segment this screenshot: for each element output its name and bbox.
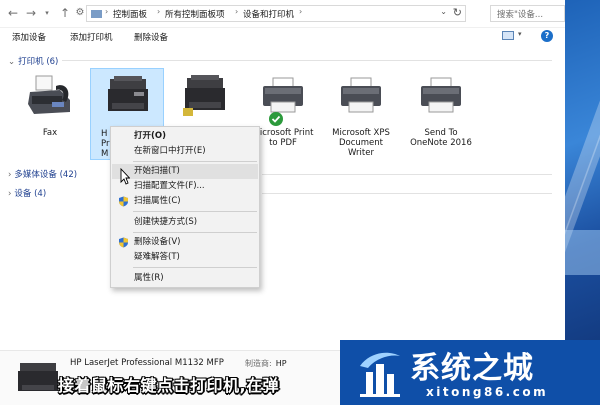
menu-item-label: 扫描属性(C): [134, 196, 181, 206]
help-icon[interactable]: ?: [541, 30, 553, 42]
breadcrumb-control-panel[interactable]: 控制面板: [113, 8, 147, 20]
device-tile-fax[interactable]: Fax: [13, 68, 87, 160]
device-tile-onenote[interactable]: Send To OneNote 2016: [404, 68, 478, 160]
default-check-icon: [269, 112, 283, 126]
mfp-printer-icon: [18, 363, 58, 391]
watermark-title: 系统之城: [410, 351, 534, 386]
menu-item-properties[interactable]: 属性(R): [112, 271, 258, 286]
recent-dropdown-icon[interactable]: ▾: [40, 6, 54, 20]
device-label: Fax: [42, 128, 58, 138]
watermark-url: xitong86.com: [426, 385, 549, 399]
add-device-button[interactable]: 添加设备: [12, 31, 46, 43]
breadcrumb-devices-printers[interactable]: 设备和打印机: [243, 8, 294, 20]
menu-item-label: 删除设备(V): [134, 237, 181, 247]
up-arrow-icon[interactable]: ↑: [58, 6, 72, 20]
group-divider: [262, 174, 552, 175]
address-bar-row: ← → ▾ ↑ ⚙ › 控制面板 › 所有控制面板项 › 设备和打印机 › ⌄ …: [0, 0, 565, 28]
site-logo-icon: [360, 352, 400, 397]
search-placeholder: 搜索"设备...: [497, 10, 544, 20]
control-panel-icon: ⚙: [75, 7, 85, 18]
breadcrumb-separator-icon: ›: [299, 7, 303, 16]
breadcrumb-separator-icon: ›: [105, 7, 109, 16]
expand-caret-icon[interactable]: ›: [8, 170, 11, 180]
printer-icon: [263, 77, 303, 113]
group-divider: [262, 193, 552, 194]
group-multimedia[interactable]: › 多媒体设备 (42): [8, 168, 77, 180]
menu-item-create-shortcut[interactable]: 创建快捷方式(S): [112, 215, 258, 230]
printer-icon: [421, 77, 461, 113]
breadcrumb-separator-icon: ›: [235, 7, 239, 16]
view-dropdown-icon[interactable]: ▾: [518, 30, 522, 38]
uac-shield-icon: [119, 196, 128, 207]
menu-separator: [133, 232, 257, 233]
menu-item-open[interactable]: 打开(O): [112, 129, 258, 144]
group-multimedia-label: 多媒体设备 (42): [14, 170, 78, 180]
forward-arrow-icon[interactable]: →: [24, 6, 38, 20]
address-dropdown-icon[interactable]: ⌄: [440, 7, 447, 16]
add-printer-button[interactable]: 添加打印机: [70, 31, 113, 43]
menu-item-scan-profiles[interactable]: 扫描配置文件(F)...: [112, 179, 258, 194]
group-devices-label: 设备 (4): [14, 189, 47, 199]
view-options-icon[interactable]: [502, 31, 514, 40]
details-device-name: HP LaserJet Professional M1132 MFP: [70, 358, 224, 368]
command-bar: 添加设备 添加打印机 删除设备 ▾ ?: [0, 28, 565, 46]
site-watermark: 系统之城 xitong86.com: [340, 340, 600, 405]
mfp-printer-icon: [108, 76, 148, 111]
search-input[interactable]: 搜索"设备...: [490, 5, 565, 22]
remove-device-button[interactable]: 删除设备: [134, 31, 168, 43]
back-arrow-icon[interactable]: ←: [6, 6, 20, 20]
menu-item-start-scan[interactable]: 开始扫描(T): [112, 164, 258, 179]
group-devices[interactable]: › 设备 (4): [8, 187, 46, 199]
group-printers-label: 打印机 (6): [18, 57, 59, 67]
menu-item-scan-properties[interactable]: 扫描属性(C): [112, 194, 258, 209]
group-printers[interactable]: ⌄ 打印机 (6): [8, 55, 58, 67]
menu-item-troubleshoot[interactable]: 疑难解答(T): [112, 250, 258, 265]
fax-icon: [28, 75, 70, 114]
mouse-cursor-icon: [120, 168, 130, 185]
video-subtitle: 接着鼠标右键点击打印机,在弹: [58, 376, 280, 395]
device-label: Send To OneNote 2016: [410, 128, 472, 148]
uac-shield-icon: [119, 237, 128, 248]
breadcrumb-all-items[interactable]: 所有控制面板项: [165, 8, 225, 20]
menu-item-open-new-window[interactable]: 在新窗口中打开(E): [112, 144, 258, 159]
details-manufacturer: 制造商: HP: [245, 358, 287, 369]
menu-item-remove-device[interactable]: 删除设备(V): [112, 235, 258, 250]
folder-arrow-icon: [91, 10, 102, 18]
printer-icon: [341, 77, 381, 113]
collapse-caret-icon[interactable]: ⌄: [8, 57, 15, 67]
context-menu: 打开(O) 在新窗口中打开(E) 开始扫描(T) 扫描配置文件(F)... 扫描…: [110, 126, 260, 288]
address-field[interactable]: › 控制面板 › 所有控制面板项 › 设备和打印机 › ⌄ ↻: [86, 5, 466, 22]
menu-separator: [133, 211, 257, 212]
menu-separator: [133, 161, 257, 162]
manufacturer-label: 制造商:: [245, 359, 272, 368]
mfp-printer-icon: [183, 75, 225, 116]
window-glow: [565, 230, 600, 275]
menu-separator: [133, 267, 257, 268]
refresh-icon[interactable]: ↻: [453, 6, 462, 19]
group-divider: [62, 60, 552, 61]
manufacturer-value: HP: [275, 359, 287, 368]
device-label: Microsoft XPS Document Writer: [332, 128, 390, 158]
expand-caret-icon[interactable]: ›: [8, 189, 11, 199]
breadcrumb-separator-icon: ›: [157, 7, 161, 16]
device-tile-xps-writer[interactable]: Microsoft XPS Document Writer: [324, 68, 398, 160]
